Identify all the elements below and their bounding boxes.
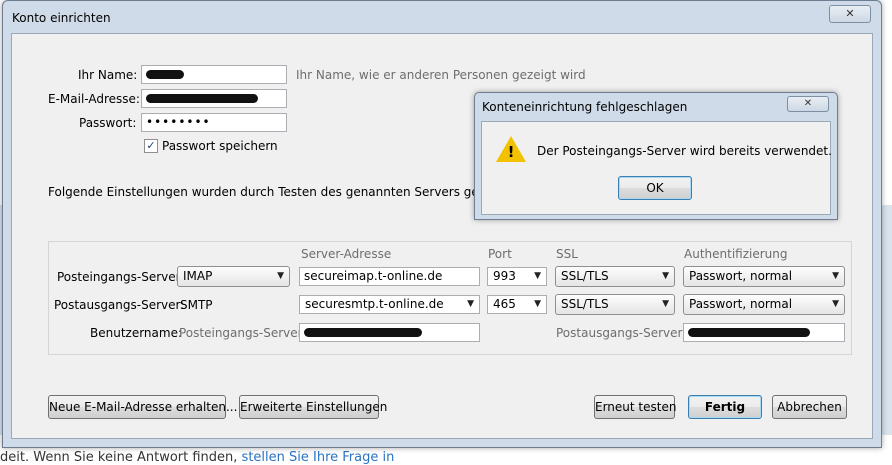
- outgoing-address-value: securesmtp.t-online.de: [305, 297, 444, 311]
- name-label: Ihr Name:: [78, 68, 138, 82]
- incoming-port-value: 993: [493, 269, 516, 283]
- incoming-auth-value: Passwort, normal: [689, 269, 793, 283]
- outgoing-auth-select[interactable]: Passwort, normal ▼: [683, 294, 845, 315]
- password-label: Passwort:: [79, 116, 137, 130]
- new-email-address-button[interactable]: Neue E-Mail-Adresse erhalten...: [48, 395, 237, 419]
- remember-password-label[interactable]: Passwort speichern: [162, 139, 278, 153]
- ok-button[interactable]: OK: [618, 176, 692, 200]
- username-incoming-label: Posteingangs-Server:: [179, 326, 307, 340]
- header-ssl: SSL: [556, 247, 578, 261]
- name-hint: Ihr Name, wie er anderen Personen gezeig…: [296, 68, 586, 82]
- chevron-down-icon: ▼: [662, 299, 669, 309]
- email-label: E-Mail-Adresse:: [48, 92, 140, 106]
- background-text: deit. Wenn Sie keine Antwort finden, ste…: [0, 450, 394, 465]
- chevron-down-icon: ▼: [467, 299, 474, 309]
- chevron-down-icon: ▼: [277, 271, 284, 281]
- advanced-settings-button[interactable]: Erweiterte Einstellungen: [239, 395, 387, 419]
- redacted-name: [146, 70, 184, 79]
- outgoing-auth-value: Passwort, normal: [689, 297, 793, 311]
- outgoing-port-combo[interactable]: 465 ▼: [487, 295, 547, 314]
- incoming-protocol-select[interactable]: IMAP ▼: [177, 266, 290, 287]
- incoming-port-combo[interactable]: 993 ▼: [487, 267, 547, 286]
- server-settings-group: Server-Adresse Port SSL Authentifizierun…: [48, 241, 852, 355]
- window-close-button[interactable]: ✕: [829, 5, 871, 23]
- chevron-down-icon: ▼: [534, 299, 541, 309]
- incoming-server-label: Posteingangs-Server:: [57, 270, 185, 284]
- name-field[interactable]: [141, 65, 287, 84]
- settings-found-text: Folgende Einstellungen wurden durch Test…: [48, 185, 521, 199]
- email-field[interactable]: [141, 89, 287, 108]
- header-server-address: Server-Adresse: [301, 247, 392, 261]
- cancel-button[interactable]: Abbrechen: [772, 395, 847, 419]
- redacted-outgoing-username: [688, 328, 810, 337]
- warning-exclamation: !: [507, 143, 515, 161]
- window-title: Konto einrichten: [12, 11, 111, 25]
- remember-password-checkbox[interactable]: ✓: [144, 139, 158, 153]
- error-dialog-title: Konteneinrichtung fehlgeschlagen: [482, 100, 688, 114]
- chevron-down-icon: ▼: [832, 271, 839, 281]
- error-dialog-body: ! Der Posteingangs-Server wird bereits v…: [481, 121, 832, 215]
- error-dialog-close-button[interactable]: ✕: [787, 96, 829, 112]
- incoming-ssl-value: SSL/TLS: [561, 269, 609, 283]
- error-message: Der Posteingangs-Server wird bereits ver…: [537, 144, 832, 158]
- chevron-down-icon: ▼: [534, 271, 541, 281]
- account-setup-window: Konto einrichten ✕ Ihr Name: Ihr Name, w…: [2, 0, 882, 448]
- done-button[interactable]: Fertig: [688, 395, 762, 419]
- chevron-down-icon: ▼: [832, 299, 839, 309]
- incoming-protocol-value: IMAP: [183, 269, 213, 283]
- background-help-link[interactable]: stellen Sie Ihre Frage in: [242, 450, 395, 465]
- outgoing-ssl-select[interactable]: SSL/TLS ▼: [555, 294, 675, 315]
- username-label: Benutzername:: [90, 326, 183, 340]
- incoming-username-field[interactable]: [299, 323, 480, 342]
- redacted-email: [146, 94, 258, 103]
- chevron-down-icon: ▼: [662, 271, 669, 281]
- incoming-auth-select[interactable]: Passwort, normal ▼: [683, 266, 845, 287]
- incoming-ssl-select[interactable]: SSL/TLS ▼: [555, 266, 675, 287]
- redacted-incoming-username: [304, 328, 422, 337]
- outgoing-protocol: SMTP: [180, 298, 213, 312]
- header-port: Port: [488, 247, 512, 261]
- background-text-before: deit. Wenn Sie keine Antwort finden,: [0, 450, 242, 465]
- password-field[interactable]: ••••••••: [141, 113, 287, 132]
- outgoing-address-combo[interactable]: securesmtp.t-online.de ▼: [299, 295, 480, 314]
- username-outgoing-label: Postausgangs-Server:: [556, 326, 687, 340]
- outgoing-server-label: Postausgangs-Server:: [54, 298, 185, 312]
- retest-button[interactable]: Erneut testen: [594, 395, 676, 419]
- outgoing-port-value: 465: [493, 297, 516, 311]
- header-auth: Authentifizierung: [684, 247, 788, 261]
- outgoing-ssl-value: SSL/TLS: [561, 297, 609, 311]
- incoming-address-field[interactable]: secureimap.t-online.de: [299, 267, 480, 286]
- error-dialog: Konteneinrichtung fehlgeschlagen ✕ ! Der…: [474, 92, 838, 220]
- outgoing-username-field[interactable]: [683, 323, 845, 342]
